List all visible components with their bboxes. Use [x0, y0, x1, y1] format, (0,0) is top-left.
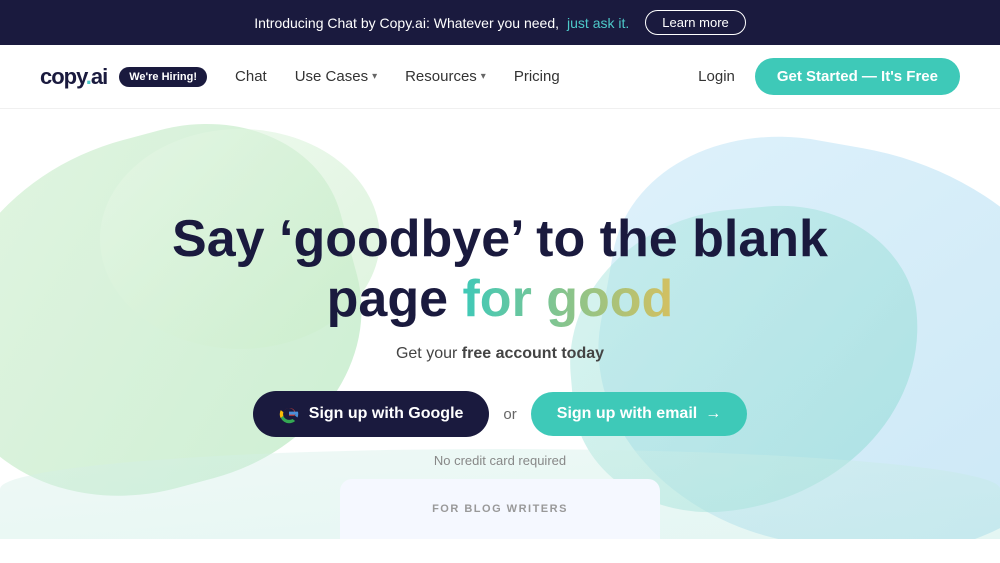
get-started-button[interactable]: Get Started — It's Free — [755, 58, 960, 95]
navbar: copy.ai We're Hiring! Chat Use Cases ▾ R… — [0, 45, 1000, 109]
email-signup-button[interactable]: Sign up with email → — [531, 392, 747, 436]
arrow-icon: → — [705, 405, 721, 423]
hero-title-line2-prefix: page — [327, 270, 463, 328]
bottom-card-hint: FOR BLOG WRITERS — [340, 479, 660, 539]
use-cases-chevron: ▾ — [372, 71, 377, 82]
nav-chat[interactable]: Chat — [235, 68, 267, 85]
or-text: or — [503, 406, 516, 423]
nav-pricing[interactable]: Pricing — [514, 68, 560, 85]
nav-right: Login Get Started — It's Free — [698, 58, 960, 95]
banner-intro-text: Introducing Chat by Copy.ai: Whatever yo… — [254, 15, 559, 31]
nav-resources[interactable]: Resources ▾ — [405, 68, 486, 85]
hero-title-line1: Say ‘goodbye’ to the blank — [172, 210, 828, 268]
hero-content: Say ‘goodbye’ to the blank page for good… — [152, 210, 848, 469]
bottom-card-label: FOR BLOG WRITERS — [432, 503, 568, 515]
hero-subtitle-bold: free account today — [462, 345, 604, 362]
hero-subtitle-prefix: Get your — [396, 345, 462, 362]
top-banner: Introducing Chat by Copy.ai: Whatever yo… — [0, 0, 1000, 45]
google-signup-button[interactable]: Sign up with Google — [253, 391, 490, 437]
nav-use-cases[interactable]: Use Cases ▾ — [295, 68, 377, 85]
login-button[interactable]: Login — [698, 68, 735, 85]
no-credit-card-text: No credit card required — [172, 453, 828, 468]
hero-title-highlight: for good — [462, 270, 673, 328]
learn-more-button[interactable]: Learn more — [645, 10, 745, 35]
hero-subtitle: Get your free account today — [172, 345, 828, 363]
hero-section: Say ‘goodbye’ to the blank page for good… — [0, 109, 1000, 539]
hiring-badge: We're Hiring! — [119, 67, 207, 87]
banner-highlight: just ask it. — [567, 15, 629, 31]
nav-links: Chat Use Cases ▾ Resources ▾ Pricing — [235, 68, 698, 85]
logo-text: copy — [40, 64, 86, 89]
logo-ai: ai — [91, 64, 107, 89]
resources-chevron: ▾ — [481, 71, 486, 82]
google-signup-label: Sign up with Google — [309, 405, 464, 423]
email-signup-label: Sign up with email — [557, 405, 697, 423]
google-icon — [279, 404, 299, 424]
hero-title: Say ‘goodbye’ to the blank page for good — [172, 210, 828, 330]
signup-row: Sign up with Google or Sign up with emai… — [172, 391, 828, 437]
logo: copy.ai — [40, 64, 107, 90]
